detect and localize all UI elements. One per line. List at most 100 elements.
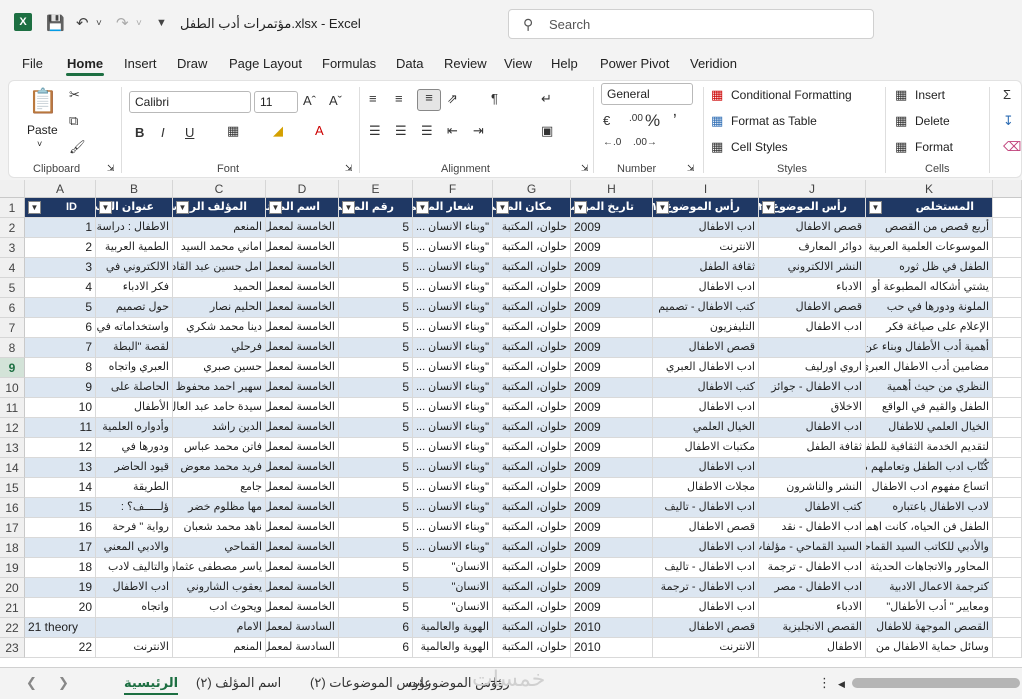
table-cell[interactable]: فرحلي — [173, 338, 266, 358]
table-cell[interactable]: 2009 — [571, 298, 653, 318]
tab-page-layout[interactable]: Page Layout — [229, 56, 302, 71]
table-cell[interactable]: الإعلام على صياغة فكر — [866, 318, 993, 338]
filter-dropdown-icon[interactable]: ▼ — [496, 201, 509, 214]
table-cell[interactable]: قصص الاطفال — [653, 338, 759, 358]
table-cell[interactable]: 13 — [25, 458, 96, 478]
table-cell[interactable]: 2010 — [571, 618, 653, 638]
thousands-separator-icon[interactable]: .00 — [629, 113, 643, 124]
table-cell[interactable]: 2009 — [571, 598, 653, 618]
table-cell[interactable]: فريد محمد معوض — [173, 458, 266, 478]
table-cell[interactable]: الطمية العربية — [96, 238, 173, 258]
table-cell[interactable]: حلوان، المكتبة — [493, 298, 571, 318]
decrease-decimal-icon[interactable]: .00→ — [633, 137, 657, 148]
table-cell[interactable]: ادب الاطفال - نقد — [759, 518, 866, 538]
table-cell[interactable]: سيدة حامد عبد العال — [173, 398, 266, 418]
sheet-tab-main[interactable]: الرئيسية — [124, 675, 179, 695]
filter-dropdown-icon[interactable]: ▼ — [656, 201, 669, 214]
table-cell[interactable]: 5 — [339, 498, 413, 518]
row-header[interactable]: 5 — [0, 278, 25, 298]
column-header[interactable]: F — [413, 180, 493, 198]
tab-draw[interactable]: Draw — [177, 56, 207, 71]
table-cell[interactable]: حلوان، المكتبة — [493, 438, 571, 458]
table-cell[interactable]: ادب الاطفال - تاليف — [653, 498, 759, 518]
column-header[interactable]: J — [759, 180, 866, 198]
table-cell[interactable]: ادب الاطفال - جوائز — [759, 378, 866, 398]
scroll-tabs-left-icon[interactable]: ❮ — [26, 675, 37, 691]
font-size-select[interactable]: 11 — [254, 91, 298, 113]
table-cell[interactable]: 2009 — [571, 498, 653, 518]
table-cell[interactable]: السيد القماحي - مؤلفات — [759, 538, 866, 558]
table-cell[interactable]: كتب الاطفال — [759, 498, 866, 518]
table-cell[interactable]: 5 — [339, 218, 413, 238]
align-right-icon[interactable]: ☰ — [421, 123, 433, 139]
tab-insert[interactable]: Insert — [124, 56, 157, 71]
table-cell[interactable]: 5 — [339, 378, 413, 398]
cell-styles-button[interactable]: Cell Styles — [731, 140, 788, 154]
table-cell[interactable]: حلوان، المكتبة — [493, 518, 571, 538]
table-cell[interactable]: الخامسة لمعمل — [266, 418, 339, 438]
fill-icon[interactable]: ↧ — [1003, 113, 1014, 129]
row-header[interactable]: 9 — [0, 358, 25, 378]
table-cell[interactable]: ادب الاطفال — [653, 278, 759, 298]
empty-cell[interactable] — [993, 498, 1022, 518]
bold-button[interactable]: B — [135, 125, 144, 140]
table-cell[interactable]: النظري من حيث أهمية — [866, 378, 993, 398]
tab-view[interactable]: View — [504, 56, 532, 71]
table-cell[interactable]: حلوان، المكتبة — [493, 498, 571, 518]
table-cell[interactable]: 2 — [25, 238, 96, 258]
table-cell[interactable]: والتاليف لادب — [96, 558, 173, 578]
table-cell[interactable]: 4 — [25, 278, 96, 298]
row-header[interactable]: 19 — [0, 558, 25, 578]
empty-cell[interactable] — [993, 398, 1022, 418]
table-cell[interactable]: كترجمة الاعمال الادبية — [866, 578, 993, 598]
table-cell[interactable]: الخامسة لمعمل — [266, 318, 339, 338]
row-header[interactable]: 16 — [0, 498, 25, 518]
table-cell[interactable]: 2009 — [571, 578, 653, 598]
column-header[interactable]: C — [173, 180, 266, 198]
table-cell[interactable]: 16 — [25, 518, 96, 538]
table-cell[interactable]: 5 — [339, 558, 413, 578]
underline-button[interactable]: U — [185, 125, 194, 140]
table-cell[interactable]: لقصة "البطة — [96, 338, 173, 358]
filter-dropdown-icon[interactable]: ▼ — [762, 201, 775, 214]
table-cell[interactable]: الالكتروني في — [96, 258, 173, 278]
table-cell[interactable]: الخامسة لمعمل — [266, 218, 339, 238]
merge-center-icon[interactable]: ▣ — [541, 123, 553, 139]
filter-dropdown-icon[interactable]: ▼ — [416, 201, 429, 214]
table-cell[interactable]: الانسان" — [413, 558, 493, 578]
redo-icon[interactable]: ↷ — [116, 14, 129, 32]
table-cell[interactable]: حلوان، المكتبة — [493, 578, 571, 598]
row-header[interactable]: 15 — [0, 478, 25, 498]
table-cell[interactable]: 2009 — [571, 238, 653, 258]
table-cell[interactable]: النشر الالكتروني — [759, 258, 866, 278]
table-cell[interactable]: الحاصلة على — [96, 378, 173, 398]
rtl-direction-icon[interactable]: ¶ — [491, 91, 498, 106]
clear-icon[interactable]: ⌫ — [1003, 139, 1021, 155]
align-center-icon[interactable]: ☰ — [395, 123, 407, 139]
table-cell[interactable]: المحاور والاتجاهات الحديثة — [866, 558, 993, 578]
table-cell[interactable]: دينا محمد شكري — [173, 318, 266, 338]
undo-icon[interactable]: ↶ — [76, 14, 89, 32]
format-as-table-button[interactable]: Format as Table — [731, 114, 817, 128]
table-cell[interactable]: مضامين أدب الاطفال العبري — [866, 358, 993, 378]
table-cell[interactable]: حلوان، المكتبة — [493, 358, 571, 378]
table-cell[interactable]: الاطفال : دراسة — [96, 218, 173, 238]
filter-dropdown-icon[interactable]: ▼ — [99, 201, 112, 214]
table-cell[interactable]: 19 — [25, 578, 96, 598]
font-color-icon[interactable]: A — [315, 123, 324, 138]
empty-cell[interactable] — [993, 238, 1022, 258]
table-cell[interactable]: الهوية والعالمية — [413, 618, 493, 638]
table-cell[interactable]: كتب الاطفال - تصميم — [653, 298, 759, 318]
table-cell[interactable]: دوائر المعارف — [759, 238, 866, 258]
table-cell[interactable] — [96, 618, 173, 638]
clipboard-launcher-icon[interactable]: ⇲ — [107, 163, 115, 174]
row-header[interactable]: 22 — [0, 618, 25, 638]
wrap-text-icon[interactable]: ↵ — [541, 91, 552, 107]
table-cell[interactable]: الخامسة لمعمل — [266, 498, 339, 518]
row-header[interactable]: 10 — [0, 378, 25, 398]
table-cell[interactable]: فاتن محمد عباس — [173, 438, 266, 458]
row-header[interactable]: 14 — [0, 458, 25, 478]
table-cell[interactable]: ومعايير " أدب الأطفال" — [866, 598, 993, 618]
table-cell[interactable]: 5 — [339, 298, 413, 318]
table-cell[interactable]: حسين صبري — [173, 358, 266, 378]
